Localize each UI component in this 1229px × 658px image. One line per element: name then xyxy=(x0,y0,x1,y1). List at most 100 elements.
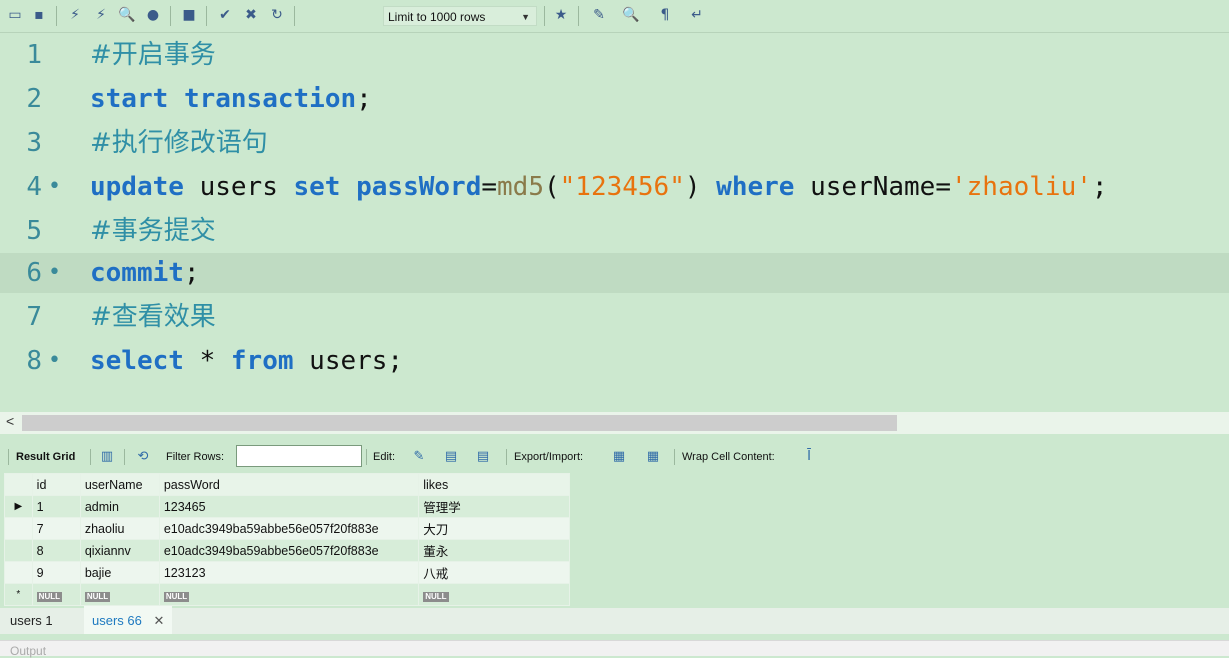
editor-line: 8 • select * from users; xyxy=(0,341,1229,381)
table-row[interactable]: 7 zhaoliu e10adc3949ba59abbe56e057f20f88… xyxy=(4,517,570,540)
cell-password[interactable]: 123465 xyxy=(158,495,420,518)
cell-username[interactable]: admin xyxy=(79,495,160,518)
cell-id[interactable]: 1 xyxy=(31,495,81,518)
result-grid-tab[interactable]: Result Grid xyxy=(16,443,75,471)
result-toolbar: Result Grid ▥ ⟲ Filter Rows: Edit: ✎ ▤ ▤… xyxy=(0,443,1229,471)
cell-username[interactable]: zhaoliu xyxy=(79,517,160,540)
export-import-label: Export/Import: xyxy=(514,451,584,463)
line-number: 2 xyxy=(26,84,42,114)
edit-row-icon[interactable]: ✎ xyxy=(410,448,428,466)
code-punct: ; xyxy=(1091,172,1108,202)
edit-label: Edit: xyxy=(373,451,396,463)
editor-horizontal-scrollbar[interactable]: < xyxy=(0,412,1229,434)
toolbar-separator xyxy=(56,6,57,26)
row-header xyxy=(4,517,33,540)
cell-likes[interactable]: 董永 xyxy=(418,539,570,562)
cell-username[interactable]: NULL xyxy=(79,583,160,606)
table-row[interactable]: ▶ 1 admin 123465 管理学 xyxy=(4,495,570,518)
statement-marker-icon: • xyxy=(48,260,61,285)
limit-rows-select[interactable]: Limit to 1000 rows ▼ xyxy=(383,6,537,26)
line-number: 7 xyxy=(26,302,42,332)
table-row[interactable]: 8 qixiannv e10adc3949ba59abbe56e057f20f8… xyxy=(4,539,570,562)
code-punct: ; xyxy=(183,258,200,288)
new-row[interactable]: * NULL NULL NULL NULL xyxy=(4,583,570,606)
explain-icon[interactable]: 🔍 xyxy=(118,6,136,24)
cell-password[interactable]: e10adc3949ba59abbe56e057f20f883e xyxy=(158,539,420,562)
refresh-icon[interactable]: ⟲ xyxy=(134,448,152,466)
cell-id[interactable]: NULL xyxy=(31,583,81,606)
chevron-down-icon: ▼ xyxy=(521,12,530,22)
wrap-cell-label: Wrap Cell Content: xyxy=(682,451,775,463)
column-header-likes[interactable]: likes xyxy=(418,473,570,496)
find-icon[interactable]: 🔍 xyxy=(622,6,640,24)
save-icon[interactable]: ▪ xyxy=(30,6,48,24)
stop-icon[interactable]: ● xyxy=(144,6,162,24)
delete-row-icon[interactable]: ▤ xyxy=(474,448,492,466)
toolbar-separator xyxy=(294,6,295,26)
result-grid: id userName passWord likes ▶ 1 admin 123… xyxy=(4,473,570,606)
code-comment: #执行修改语句 xyxy=(90,128,268,158)
rollback-icon[interactable]: ✖ xyxy=(242,6,260,24)
column-header-id[interactable]: id xyxy=(31,473,81,496)
code-comment: #查看效果 xyxy=(90,302,216,332)
code-identifier: users xyxy=(183,172,294,202)
limit-rows-label: Limit to 1000 rows xyxy=(388,10,486,24)
bookmark-icon[interactable]: ★ xyxy=(552,6,570,24)
column-header-password[interactable]: passWord xyxy=(158,473,420,496)
import-icon[interactable]: ▦ xyxy=(644,448,662,466)
commit-icon[interactable]: ✔ xyxy=(216,6,234,24)
toolbar-separator xyxy=(578,6,579,26)
toggle-continue-icon[interactable]: ■ xyxy=(180,6,198,24)
cell-username[interactable]: qixiannv xyxy=(79,539,160,562)
code-comment: #事务提交 xyxy=(90,216,216,246)
open-file-icon[interactable]: ▭ xyxy=(6,6,24,24)
cell-likes[interactable]: 管理学 xyxy=(418,495,570,518)
cell-likes[interactable]: 八戒 xyxy=(418,561,570,584)
cell-id[interactable]: 7 xyxy=(31,517,81,540)
close-icon[interactable]: ✕ xyxy=(154,613,165,628)
code-operator: * xyxy=(183,346,231,376)
filter-rows-input[interactable] xyxy=(236,445,362,467)
cell-id[interactable]: 9 xyxy=(31,561,81,584)
beautify-icon[interactable]: ✎ xyxy=(590,6,608,24)
code-punct: ) xyxy=(684,172,701,202)
execute-icon[interactable]: ⚡ xyxy=(66,6,84,24)
statement-marker-icon: • xyxy=(48,348,61,373)
execute-statement-icon[interactable]: ⚡ xyxy=(92,6,110,24)
code-comment: #开启事务 xyxy=(90,40,216,70)
cell-likes[interactable]: NULL xyxy=(418,583,570,606)
cell-password[interactable]: 123123 xyxy=(158,561,420,584)
toolbar-separator xyxy=(8,449,9,465)
code-identifier: userName xyxy=(794,172,936,202)
line-number: 3 xyxy=(26,128,42,158)
export-icon[interactable]: ▦ xyxy=(610,448,628,466)
code-punct: ; xyxy=(356,84,372,114)
output-panel: Output xyxy=(0,640,1229,658)
grid-view-icon[interactable]: ▥ xyxy=(98,448,116,466)
line-number: 1 xyxy=(26,40,42,70)
cell-password[interactable]: NULL xyxy=(158,583,420,606)
scrollbar-thumb[interactable] xyxy=(22,415,897,431)
invisible-chars-icon[interactable]: ¶ xyxy=(656,6,674,24)
autocommit-icon[interactable]: ↻ xyxy=(268,6,286,24)
wrap-cell-icon[interactable]: Ī xyxy=(800,448,818,466)
row-header xyxy=(4,539,33,562)
cell-username[interactable]: bajie xyxy=(79,561,160,584)
scroll-left-icon[interactable]: < xyxy=(6,413,14,429)
wrap-lines-icon[interactable]: ↵ xyxy=(688,6,706,24)
editor-line: 5 #事务提交 xyxy=(0,211,1229,251)
current-row-icon: ▶ xyxy=(4,495,33,518)
sql-editor[interactable]: 1 #开启事务 2 start transaction; 3 #执行修改语句 4… xyxy=(0,33,1229,411)
statement-marker-icon: • xyxy=(48,174,61,199)
tab-users-1[interactable]: users 1 xyxy=(2,608,61,634)
tab-users-66[interactable]: users 66 ✕ xyxy=(84,606,173,634)
table-row[interactable]: 9 bajie 123123 八戒 xyxy=(4,561,570,584)
column-header-username[interactable]: userName xyxy=(79,473,160,496)
insert-row-icon[interactable]: ▤ xyxy=(442,448,460,466)
toolbar-separator xyxy=(90,449,91,465)
cell-id[interactable]: 8 xyxy=(31,539,81,562)
line-number: 6 xyxy=(26,258,42,288)
cell-password[interactable]: e10adc3949ba59abbe56e057f20f883e xyxy=(158,517,420,540)
code-punct: ( xyxy=(543,172,560,202)
cell-likes[interactable]: 大刀 xyxy=(418,517,570,540)
